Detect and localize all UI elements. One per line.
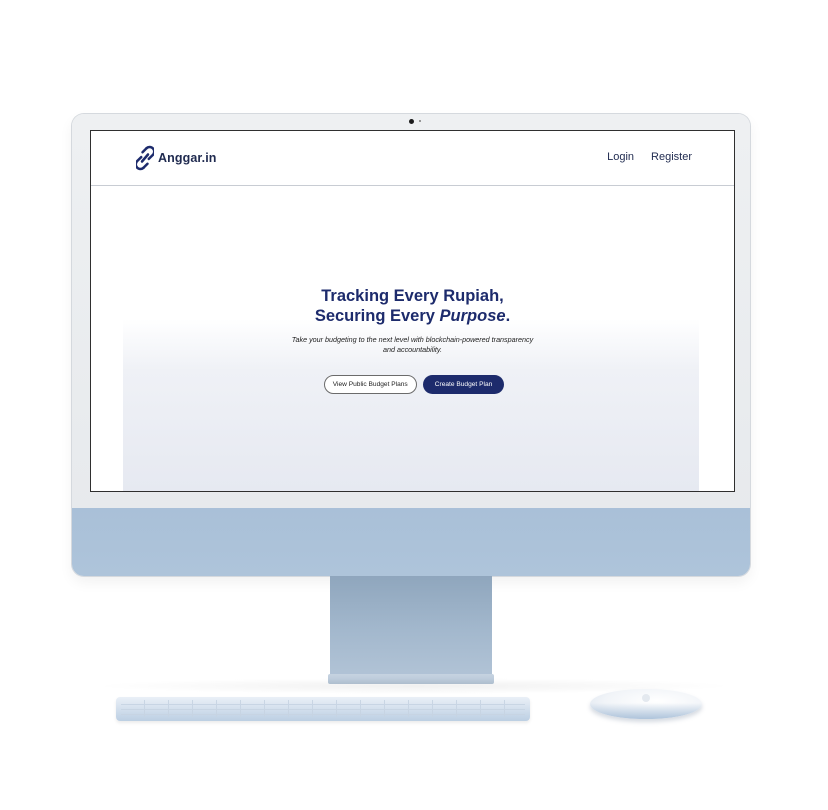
apple-logo-icon (642, 694, 650, 702)
mouse-base (590, 703, 702, 719)
hero-line2-highlight: Purpose (439, 307, 506, 325)
view-public-budget-plans-button[interactable]: View Public Budget Plans (323, 375, 417, 394)
brand-logo[interactable]: Anggar.in (136, 145, 217, 171)
hero-line1-prefix: Tracking Every (321, 287, 444, 305)
imac-monitor: Anggar.in Login Register Tracking Every … (72, 114, 750, 576)
keyboard (116, 697, 530, 721)
camera-lens (409, 119, 414, 124)
top-navbar: Anggar.in Login Register (91, 131, 734, 186)
camera-led (419, 120, 421, 122)
monitor-stand (330, 576, 492, 676)
monitor-chin (72, 508, 750, 576)
nav-links: Login Register (607, 151, 692, 163)
mouse (590, 689, 702, 719)
hero-line1-highlight: Rupiah (443, 287, 500, 305)
hero-subtitle: Take your budgeting to the next level wi… (91, 335, 734, 354)
keyboard-keys (121, 700, 525, 717)
create-budget-plan-button[interactable]: Create Budget Plan (422, 375, 505, 394)
hero-line1-suffix: , (499, 287, 504, 305)
hero-title: Tracking Every Rupiah, Securing Every Pu… (91, 286, 734, 326)
hero-line2-prefix: Securing Every (314, 307, 440, 325)
monitor-screen: Anggar.in Login Register Tracking Every … (90, 130, 735, 492)
hero-subtitle-line1: Take your budgeting to the next level wi… (291, 335, 534, 344)
hero-section: Tracking Every Rupiah, Securing Every Pu… (91, 286, 734, 394)
register-link[interactable]: Register (651, 151, 692, 163)
hero-subtitle-line2: and accountability. (382, 344, 442, 354)
hero-line2-suffix: . (505, 307, 511, 325)
login-link[interactable]: Login (607, 151, 634, 163)
hero-buttons: View Public Budget Plans Create Budget P… (91, 375, 734, 394)
link-chain-icon (136, 145, 154, 171)
brand-name: Anggar.in (158, 151, 217, 165)
